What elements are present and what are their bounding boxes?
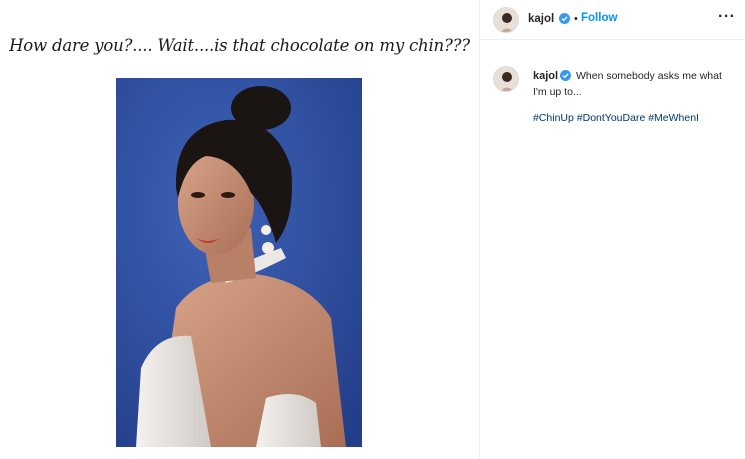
author-username[interactable]: kajol [528, 13, 554, 25]
portrait-illustration [116, 78, 362, 447]
instagram-post: How dare you?.... Wait....is that chocol… [0, 0, 745, 459]
caption-author-avatar[interactable] [493, 66, 519, 92]
caption-username[interactable]: kajol [533, 70, 558, 82]
avatar-image [494, 67, 518, 91]
caption-hashtags: #ChinUp #DontYouDare #MeWhenI [533, 112, 699, 124]
post-photo [116, 78, 362, 447]
separator-dot: • [574, 13, 578, 25]
hashtag-link[interactable]: #MeWhenI [648, 112, 699, 124]
verified-badge-icon [559, 13, 570, 24]
hashtag-link[interactable]: #ChinUp [533, 112, 574, 124]
hashtag-link[interactable]: #DontYouDare [577, 112, 646, 124]
post-side-panel: kajol • Follow ··· kajol When somebody a… [480, 0, 745, 459]
post-caption: kajol When somebody asks me what I'm up … [533, 68, 733, 100]
post-header: kajol • Follow ··· [480, 0, 745, 40]
image-caption-text: How dare you?.... Wait....is that chocol… [9, 36, 470, 55]
more-options-icon[interactable]: ··· [718, 8, 735, 26]
post-media: How dare you?.... Wait....is that chocol… [0, 0, 479, 459]
verified-badge-icon [560, 70, 572, 81]
follow-button[interactable]: Follow [581, 12, 617, 24]
author-avatar[interactable] [493, 7, 519, 33]
avatar-image [494, 8, 518, 32]
